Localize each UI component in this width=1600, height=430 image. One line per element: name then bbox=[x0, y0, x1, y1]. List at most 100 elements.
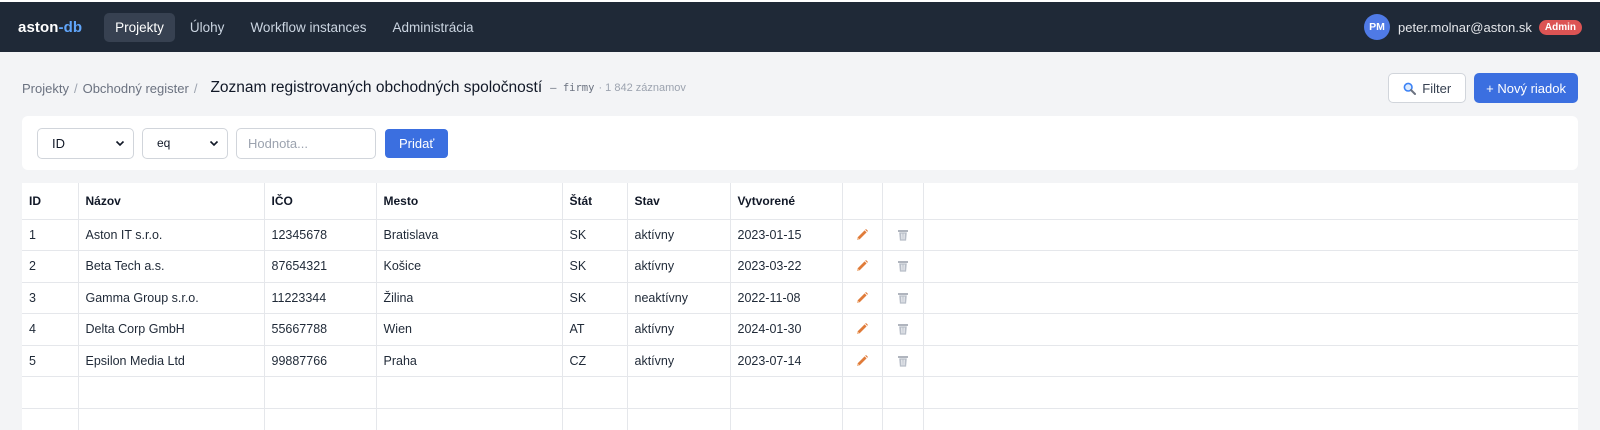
trash-icon[interactable] bbox=[895, 258, 911, 274]
data-table: ID Názov IČO Mesto Štát Stav Vytvorené 1… bbox=[22, 183, 1578, 430]
cell-stav[interactable]: aktívny bbox=[627, 313, 731, 346]
column-header-ico[interactable]: IČO bbox=[264, 183, 377, 220]
empty-cell bbox=[882, 376, 924, 409]
empty-cell bbox=[22, 376, 79, 409]
table-row[interactable]: 3 Gamma Group s.r.o. 11223344 Žilina SK neakt… bbox=[22, 282, 1578, 314]
filter-button[interactable]: Filter bbox=[1388, 73, 1467, 103]
cell-nazov[interactable]: Beta Tech a.s. bbox=[78, 250, 265, 283]
empty-cell bbox=[562, 408, 628, 430]
empty-cell bbox=[842, 408, 883, 430]
table-row[interactable]: 5 Epsilon Media Ltd 99887766 Praha CZ aktívny… bbox=[22, 345, 1578, 377]
cell-mesto[interactable]: Bratislava bbox=[376, 219, 563, 251]
cell-stav[interactable]: aktívny bbox=[627, 345, 731, 377]
main-nav: Projekty Úlohy Workflow instances Admini… bbox=[104, 12, 484, 42]
cell-stat[interactable]: SK bbox=[562, 219, 628, 251]
cell-nazov[interactable]: Aston IT s.r.o. bbox=[78, 219, 265, 251]
cell-stav[interactable]: neaktívny bbox=[627, 282, 731, 314]
cell-stat[interactable]: SK bbox=[562, 282, 628, 314]
filter-field-select[interactable]: ID bbox=[37, 127, 134, 159]
nav-item-administracia[interactable]: Administrácia bbox=[381, 13, 484, 42]
trash-icon[interactable] bbox=[895, 227, 911, 243]
cell-vytvorene[interactable]: 2023-01-15 bbox=[730, 219, 843, 251]
edit-cell bbox=[842, 219, 883, 251]
cell-ico[interactable]: 99887766 bbox=[264, 345, 377, 377]
empty-cell bbox=[376, 408, 563, 430]
cell-id[interactable]: 3 bbox=[22, 282, 79, 314]
pencil-icon[interactable] bbox=[854, 353, 870, 369]
column-header-mesto[interactable]: Mesto bbox=[376, 183, 563, 220]
delete-cell bbox=[882, 313, 924, 346]
app-frame: aston-db Projekty Úlohy Workflow instanc… bbox=[0, 0, 1600, 430]
user-menu[interactable]: PM peter.molnar@aston.sk Admin bbox=[1364, 14, 1582, 40]
delete-cell bbox=[882, 219, 924, 251]
cell-nazov[interactable]: Gamma Group s.r.o. bbox=[78, 282, 265, 314]
nav-item-workflow-instances[interactable]: Workflow instances bbox=[239, 13, 377, 42]
cell-ico[interactable]: 87654321 bbox=[264, 250, 377, 283]
cell-vytvorene[interactable]: 2024-01-30 bbox=[730, 313, 843, 346]
filter-operator-select[interactable]: eq bbox=[142, 127, 228, 159]
table-code: – firmy bbox=[550, 82, 595, 94]
chevron-down-icon bbox=[115, 140, 125, 147]
filler-cell bbox=[923, 250, 1578, 283]
cell-id[interactable]: 4 bbox=[22, 313, 79, 346]
column-header-stat[interactable]: Štát bbox=[562, 183, 628, 220]
avatar[interactable]: PM bbox=[1364, 14, 1391, 40]
trash-icon[interactable] bbox=[895, 353, 911, 369]
cell-stav[interactable]: aktívny bbox=[627, 219, 731, 251]
page-title: Zoznam registrovaných obchodných spoločn… bbox=[210, 79, 543, 96]
nav-item-projekty[interactable]: Projekty bbox=[104, 12, 175, 42]
cell-ico[interactable]: 55667788 bbox=[264, 313, 377, 346]
pencil-icon[interactable] bbox=[854, 290, 870, 306]
pencil-icon[interactable] bbox=[854, 258, 870, 274]
add-filter-button[interactable]: Pridať bbox=[385, 128, 449, 158]
table-row[interactable]: 1 Aston IT s.r.o. 12345678 Bratislava SK aktí… bbox=[22, 219, 1578, 251]
cell-ico[interactable]: 12345678 bbox=[264, 219, 377, 251]
nav-item-ulohy[interactable]: Úlohy bbox=[179, 13, 236, 42]
cell-stat[interactable]: CZ bbox=[562, 345, 628, 377]
cell-mesto[interactable]: Košice bbox=[376, 250, 563, 283]
column-header-nazov[interactable]: Názov bbox=[78, 183, 265, 220]
empty-cell bbox=[22, 408, 79, 430]
cell-mesto[interactable]: Žilina bbox=[376, 282, 563, 314]
empty-cell bbox=[882, 408, 924, 430]
user-email[interactable]: peter.molnar@aston.sk bbox=[1398, 20, 1532, 35]
breadcrumb-obchodny-register[interactable]: Obchodný register bbox=[83, 81, 189, 96]
cell-vytvorene[interactable]: 2023-03-22 bbox=[730, 250, 843, 283]
cell-stat[interactable]: SK bbox=[562, 250, 628, 283]
data-table-container: ID Názov IČO Mesto Štát Stav Vytvorené 1… bbox=[22, 183, 1578, 430]
filter-value-input[interactable] bbox=[236, 127, 376, 159]
top-navbar: aston-db Projekty Úlohy Workflow instanc… bbox=[0, 2, 1600, 52]
cell-id[interactable]: 2 bbox=[22, 250, 79, 283]
chevron-down-icon bbox=[209, 140, 219, 147]
column-header-id[interactable]: ID bbox=[22, 183, 79, 220]
edit-cell bbox=[842, 313, 883, 346]
column-header-delete bbox=[882, 183, 924, 220]
breadcrumb-projekty[interactable]: Projekty bbox=[22, 81, 69, 96]
column-header-vytvorene[interactable]: Vytvorené bbox=[730, 183, 843, 220]
table-header-row: ID Názov IČO Mesto Štát Stav Vytvorené bbox=[22, 183, 1578, 220]
trash-icon[interactable] bbox=[895, 321, 911, 337]
cell-nazov[interactable]: Delta Corp GmbH bbox=[78, 313, 265, 346]
cell-stat[interactable]: AT bbox=[562, 313, 628, 346]
brand-main: aston bbox=[18, 18, 59, 36]
cell-mesto[interactable]: Wien bbox=[376, 313, 563, 346]
trash-icon[interactable] bbox=[895, 290, 911, 306]
table-row[interactable]: 4 Delta Corp GmbH 55667788 Wien AT aktívny 202… bbox=[22, 313, 1578, 346]
cell-ico[interactable]: 11223344 bbox=[264, 282, 377, 314]
cell-mesto[interactable]: Praha bbox=[376, 345, 563, 377]
cell-id[interactable]: 1 bbox=[22, 219, 79, 251]
cell-vytvorene[interactable]: 2022-11-08 bbox=[730, 282, 843, 314]
brand-logo[interactable]: aston-db bbox=[18, 19, 82, 36]
column-header-filler bbox=[923, 183, 1578, 220]
new-row-button[interactable]: + Nový riadok bbox=[1474, 73, 1578, 103]
pencil-icon[interactable] bbox=[854, 227, 870, 243]
table-row[interactable]: 2 Beta Tech a.s. 87654321 Košice SK aktívny 20… bbox=[22, 250, 1578, 283]
cell-nazov[interactable]: Epsilon Media Ltd bbox=[78, 345, 265, 377]
column-header-stav[interactable]: Stav bbox=[627, 183, 731, 220]
pencil-icon[interactable] bbox=[854, 321, 870, 337]
cell-stav[interactable]: aktívny bbox=[627, 250, 731, 283]
cell-id[interactable]: 5 bbox=[22, 345, 79, 377]
header-actions: Filter + Nový riadok bbox=[1388, 73, 1578, 103]
filler-cell bbox=[923, 313, 1578, 346]
cell-vytvorene[interactable]: 2023-07-14 bbox=[730, 345, 843, 377]
